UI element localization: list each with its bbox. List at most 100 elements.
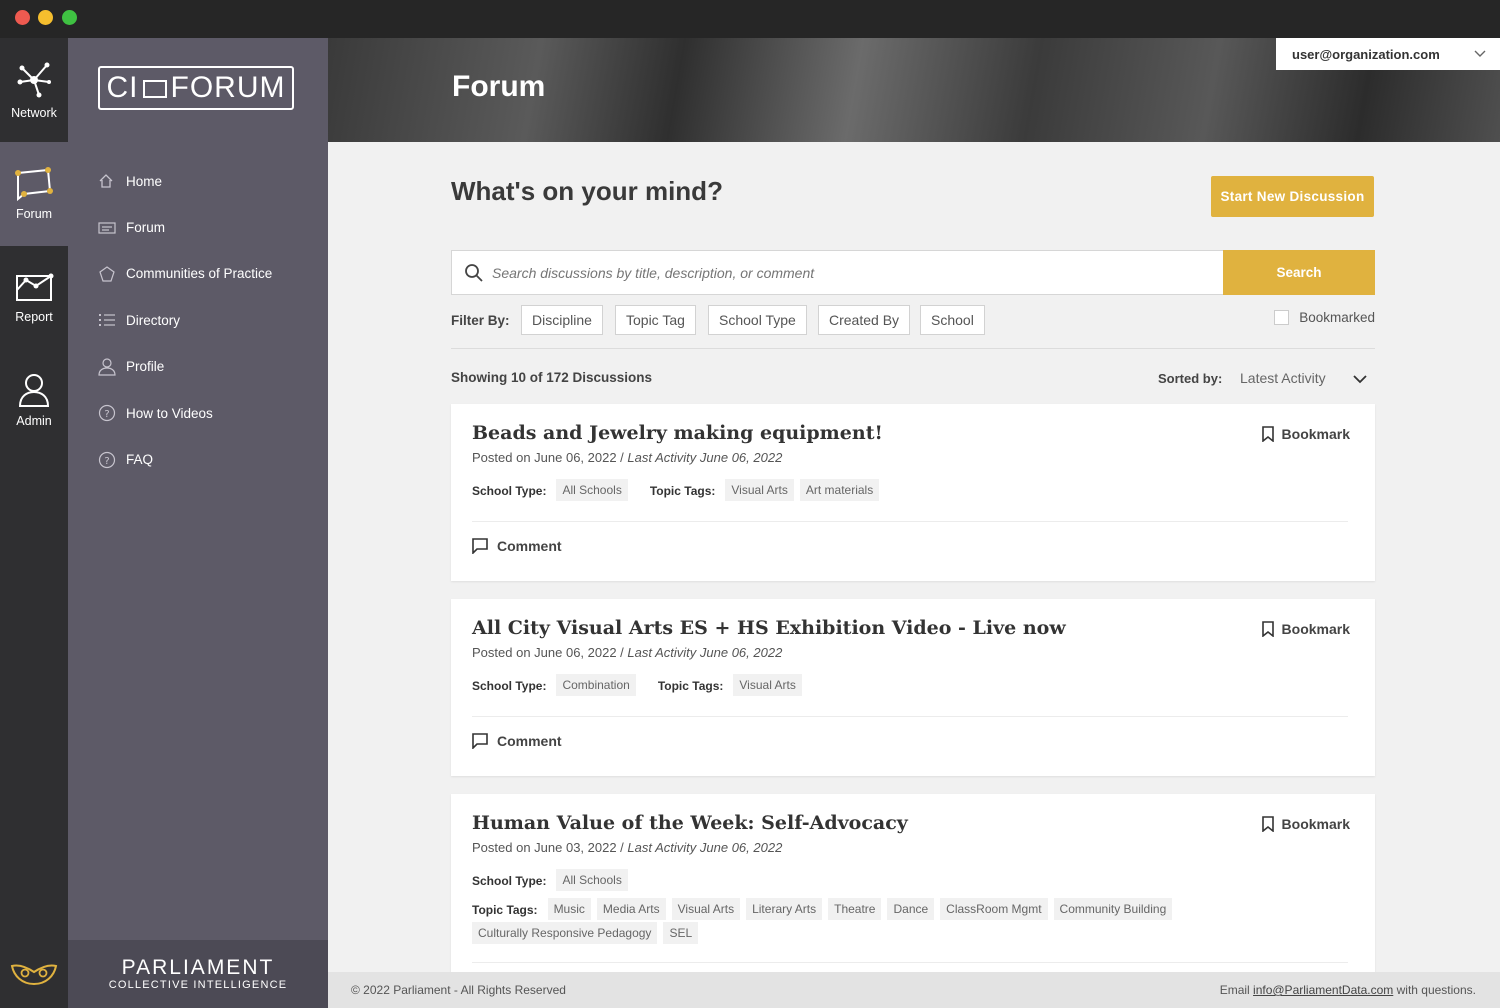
logo-bubble-icon: [142, 80, 167, 98]
discussion-title[interactable]: All City Visual Arts ES + HS Exhibition …: [472, 617, 1066, 639]
rail-item-report[interactable]: Report: [0, 246, 68, 350]
comment-label: Comment: [497, 733, 562, 749]
rail-label: Admin: [16, 414, 52, 428]
topic-tag[interactable]: Visual Arts: [725, 479, 794, 501]
bookmarked-checkbox[interactable]: [1274, 310, 1290, 325]
sidebar-item-profile[interactable]: Profile: [98, 344, 272, 390]
comment-icon: [472, 733, 488, 749]
last-activity: Last Activity June 06, 2022: [627, 840, 783, 855]
contact-text: Email info@ParliamentData.com with quest…: [1220, 983, 1476, 997]
help-circle-icon: ?: [98, 404, 126, 422]
minimize-window-button[interactable]: [38, 10, 53, 25]
filter-discipline[interactable]: Discipline: [521, 305, 603, 335]
bookmark-button[interactable]: Bookmark: [1261, 426, 1350, 442]
discussion-meta: Posted on June 06, 2022 / Last Activity …: [472, 450, 782, 465]
discussion-title[interactable]: Human Value of the Week: Self-Advocacy: [472, 812, 908, 834]
topic-tag[interactable]: SEL: [663, 922, 699, 944]
topic-tag[interactable]: Theatre: [828, 898, 882, 920]
bookmark-label: Bookmark: [1281, 426, 1350, 442]
prompt-heading: What's on your mind?: [451, 176, 723, 206]
filter-topic-tag[interactable]: Topic Tag: [615, 305, 696, 335]
topic-tag[interactable]: ClassRoom Mgmt: [940, 898, 1048, 920]
topic-tag[interactable]: Visual Arts: [733, 674, 802, 696]
topic-tag[interactable]: Music: [547, 898, 591, 920]
school-type-label: School Type:: [472, 484, 547, 498]
sort-select[interactable]: Latest Activity: [1240, 370, 1326, 386]
topic-tags-label: Topic Tags:: [657, 679, 724, 693]
search-input[interactable]: [492, 259, 1212, 287]
copyright-text: © 2022 Parliament - All Rights Reserved: [351, 983, 566, 997]
svg-text:?: ?: [104, 409, 109, 420]
filter-school[interactable]: School: [920, 305, 985, 335]
maximize-window-button[interactable]: [62, 10, 77, 25]
rail-label: Network: [11, 106, 57, 120]
sidebar-item-how-to-videos[interactable]: ? How to Videos: [98, 390, 272, 436]
school-type-label: School Type:: [472, 874, 547, 888]
sidebar-item-faq[interactable]: ? FAQ: [98, 436, 272, 482]
rail-item-network[interactable]: Network: [0, 38, 68, 142]
contact-email-link[interactable]: info@ParliamentData.com: [1253, 983, 1393, 997]
card-divider: [472, 716, 1348, 717]
parliament-wordmark: PARLIAMENT: [121, 956, 275, 979]
tag-row: School Type: All Schools Topic Tags: Vis…: [472, 479, 1352, 503]
directory-icon: [98, 312, 126, 328]
bookmark-icon: [1261, 426, 1274, 442]
window-titlebar: [0, 0, 1500, 38]
tag-row: School Type: All Schools: [472, 869, 1352, 893]
sidebar-item-label: Directory: [126, 312, 181, 328]
bookmark-button[interactable]: Bookmark: [1261, 621, 1350, 637]
network-icon: [17, 62, 51, 98]
filter-created-by[interactable]: Created By: [818, 305, 911, 335]
topic-tag[interactable]: Art materials: [799, 479, 880, 501]
topic-tag[interactable]: Culturally Responsive Pedagogy: [472, 922, 658, 944]
logo-text-left: CI: [106, 71, 139, 104]
topic-tags-label: Topic Tags:: [472, 903, 538, 917]
comment-button[interactable]: Comment: [472, 733, 562, 749]
bookmarked-filter[interactable]: Bookmarked: [1274, 310, 1375, 325]
filter-label: Filter By:: [451, 313, 510, 328]
profile-icon: [98, 358, 126, 376]
topic-tag[interactable]: Literary Arts: [746, 898, 823, 920]
report-icon: [16, 273, 54, 301]
forum-list-icon: [98, 221, 126, 235]
rail-item-forum[interactable]: Forum: [0, 142, 68, 246]
help-circle-icon: ?: [98, 451, 126, 469]
chevron-down-icon[interactable]: [1352, 371, 1368, 387]
topic-tag[interactable]: Visual Arts: [671, 898, 741, 920]
topic-tag[interactable]: Dance: [887, 898, 935, 920]
bookmark-button[interactable]: Bookmark: [1261, 816, 1350, 832]
rail-item-admin[interactable]: Admin: [0, 348, 68, 452]
sidebar-item-home[interactable]: Home: [98, 158, 272, 204]
card-divider: [472, 521, 1348, 522]
sidebar-item-forum[interactable]: Forum: [98, 204, 272, 250]
start-new-discussion-button[interactable]: Start New Discussion: [1211, 176, 1374, 217]
last-activity: Last Activity June 06, 2022: [627, 450, 783, 465]
close-window-button[interactable]: [15, 10, 30, 25]
ci-forum-logo[interactable]: CI FORUM: [98, 66, 294, 110]
search-button[interactable]: Search: [1223, 250, 1375, 295]
sidebar-item-label: Home: [126, 173, 163, 189]
topic-tag[interactable]: Media Arts: [596, 898, 666, 920]
svg-text:?: ?: [104, 456, 109, 467]
comment-button[interactable]: Comment: [472, 538, 562, 554]
posted-date: Posted on June 06, 2022 /: [472, 645, 628, 660]
sidebar-item-label: Profile: [126, 359, 165, 375]
discussion-card: All City Visual Arts ES + HS Exhibition …: [451, 599, 1375, 776]
bookmark-icon: [1261, 621, 1274, 637]
comment-icon: [472, 538, 488, 554]
topic-tag[interactable]: Community Building: [1053, 898, 1173, 920]
main-content: What's on your mind? Start New Discussio…: [328, 142, 1500, 972]
discussion-title[interactable]: Beads and Jewelry making equipment!: [472, 422, 883, 444]
sidebar-item-communities[interactable]: Communities of Practice: [98, 251, 272, 297]
tag-row: School Type: Combination Topic Tags: Vis…: [472, 674, 1352, 698]
user-account-dropdown[interactable]: user@organization.com: [1276, 38, 1500, 70]
school-type-tag: All Schools: [556, 869, 628, 891]
last-activity: Last Activity June 06, 2022: [627, 645, 783, 660]
sidebar-item-directory[interactable]: Directory: [98, 297, 272, 343]
filter-school-type[interactable]: School Type: [708, 305, 807, 335]
sort-label: Sorted by:: [1158, 371, 1223, 386]
forum-icon: [15, 167, 53, 201]
sidebar-item-label: Communities of Practice: [126, 266, 273, 282]
bookmark-label: Bookmark: [1281, 816, 1350, 832]
search-box: [451, 250, 1223, 295]
